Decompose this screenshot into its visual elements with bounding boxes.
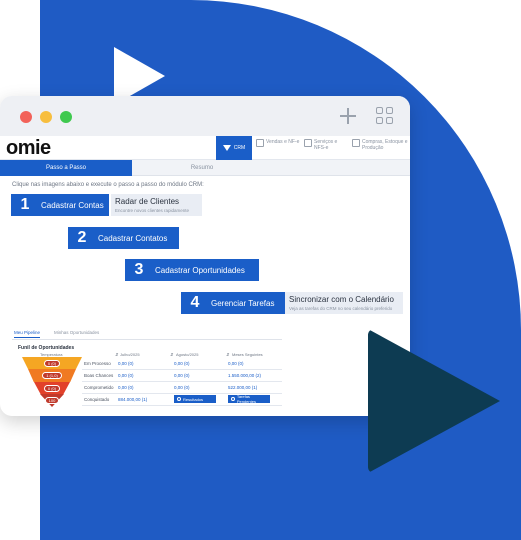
tab-minhas-oportunidades[interactable]: Minhas Oportunidades bbox=[54, 330, 99, 335]
table-row: Em Processo 0,00 (0) 0,00 (0) 0,00 (0) bbox=[82, 358, 282, 370]
funnel-band-4: 100 bbox=[22, 394, 82, 407]
funnel-badge: 0 (0) bbox=[43, 384, 61, 392]
nav-servicos[interactable]: Serviços e NFS-e bbox=[304, 139, 350, 151]
funnel-badge: 1 (1,0) bbox=[42, 372, 62, 379]
value-link[interactable]: 0,00 (0) bbox=[118, 373, 134, 378]
funnel-band-3: 0 (0) bbox=[22, 382, 82, 394]
value-link[interactable]: 0,00 (0) bbox=[174, 373, 190, 378]
value-link[interactable]: 0,00 (0) bbox=[118, 361, 134, 366]
stage-label: Comprometido bbox=[84, 385, 114, 390]
funnel-title: Funil de Oportunidades bbox=[18, 345, 75, 351]
funnel-graphic: 0 (0) 1 (1,0) 0 (0) 100 bbox=[22, 357, 82, 407]
value-link[interactable]: 0,00 (0) bbox=[228, 361, 244, 366]
table-row: Comprometido 0,00 (0) 0,00 (0) 522.000,0… bbox=[82, 382, 282, 394]
value-link[interactable]: 0,00 (0) bbox=[118, 385, 134, 390]
play-icon-dark bbox=[368, 329, 500, 473]
app-header: omie CRM Vendas e NF-e Serviços e NFS-e … bbox=[0, 136, 410, 160]
step-label: Gerenciar Tarefas bbox=[211, 298, 275, 308]
table-row: Boas Chances 0,00 (0) 0,00 (0) 1.550.000… bbox=[82, 370, 282, 382]
tarefas-pendentes-button[interactable]: Tarefas Pendentes bbox=[228, 394, 270, 404]
box-icon bbox=[352, 139, 360, 147]
callout-subtitle: Veja as tarefas do CRM no seu calendário… bbox=[289, 306, 393, 311]
tab-resumo[interactable]: Resumo bbox=[132, 160, 272, 176]
sincronizar-calendario-callout[interactable]: Sincronizar com o Calendário Veja as tar… bbox=[285, 292, 403, 314]
tab-meu-pipeline[interactable]: Meu Pipeline bbox=[14, 330, 41, 338]
nav-servicos-label: Serviços e NFS-e bbox=[314, 139, 338, 151]
window-maximize-dot[interactable] bbox=[60, 111, 72, 123]
value-link[interactable]: 1.550.000,00 (2) bbox=[228, 373, 261, 378]
step-number: 1 bbox=[20, 196, 30, 213]
callout-title: Sincronizar com o Calendário bbox=[289, 295, 394, 304]
chart-icon bbox=[256, 139, 264, 147]
header-agosto: Agosto/2025 bbox=[176, 352, 199, 357]
stage-label: Boas Chances bbox=[84, 373, 114, 378]
step-gerenciar-tarefas-button[interactable]: 4 Gerenciar Tarefas bbox=[181, 292, 285, 314]
document-icon bbox=[304, 139, 312, 147]
step-label: Cadastrar Contatos bbox=[98, 233, 168, 243]
step-label: Cadastrar Oportunidades bbox=[155, 265, 245, 275]
main-tabs: Passo a Passo Resumo bbox=[0, 160, 410, 176]
instruction-text: Clique nas imagens abaixo e execute o pa… bbox=[12, 182, 204, 188]
calendar-icon bbox=[231, 397, 235, 401]
tarefas-pendentes-label: Tarefas Pendentes bbox=[236, 394, 256, 404]
value-link[interactable]: 884.000,00 (1) bbox=[118, 397, 147, 402]
step-cadastrar-contatos-button[interactable]: 2 Cadastrar Contatos bbox=[68, 227, 179, 249]
nav-vendas-label: Vendas e NF-e bbox=[266, 139, 300, 145]
value-link[interactable]: 0,00 (0) bbox=[174, 361, 190, 366]
step-cadastrar-oportunidades-button[interactable]: 3 Cadastrar Oportunidades bbox=[125, 259, 259, 281]
sort-icon[interactable]: ⇵ bbox=[115, 352, 118, 357]
refresh-icon bbox=[177, 397, 181, 401]
resultados-button[interactable]: Resultados bbox=[174, 395, 216, 403]
promo-stage: omie CRM Vendas e NF-e Serviços e NFS-e … bbox=[0, 0, 521, 540]
plus-icon[interactable] bbox=[340, 108, 356, 124]
sort-icon[interactable]: ⇵ bbox=[226, 352, 229, 357]
callout-title: Radar de Clientes bbox=[115, 197, 180, 206]
funnel-badge: 0 (0) bbox=[43, 359, 61, 367]
radar-clientes-callout[interactable]: Radar de Clientes Encontre novos cliente… bbox=[111, 194, 202, 216]
nav-crm[interactable]: CRM bbox=[216, 136, 252, 160]
nav-compras[interactable]: Compras, Estoque e Produção bbox=[352, 139, 410, 151]
step-label: Cadastrar Contas bbox=[41, 200, 104, 210]
header-julho: Julho/2025 bbox=[120, 352, 140, 357]
omie-logo: omie bbox=[6, 137, 51, 159]
pipeline-subtabs: Meu Pipeline Minhas Oportunidades bbox=[12, 328, 282, 340]
sort-icon[interactable]: ⇵ bbox=[170, 352, 173, 357]
funnel-badge: 100 bbox=[44, 397, 60, 404]
nav-compras-label: Compras, Estoque e Produção bbox=[362, 139, 408, 151]
stage-label: Em Processo bbox=[84, 361, 111, 366]
funnel-band-1: 0 (0) bbox=[22, 357, 82, 369]
window-titlebar bbox=[0, 96, 410, 136]
app-window: omie CRM Vendas e NF-e Serviços e NFS-e … bbox=[0, 96, 410, 416]
value-link[interactable]: 522.000,00 (1) bbox=[228, 385, 257, 390]
value-link[interactable]: 0,00 (0) bbox=[174, 385, 190, 390]
funnel-band-2: 1 (1,0) bbox=[22, 369, 82, 382]
filter-icon bbox=[222, 145, 231, 151]
window-close-dot[interactable] bbox=[20, 111, 32, 123]
nav-vendas[interactable]: Vendas e NF-e bbox=[256, 139, 302, 147]
stage-label: Conquistado bbox=[84, 397, 110, 402]
step-number: 3 bbox=[134, 261, 144, 278]
window-minimize-dot[interactable] bbox=[40, 111, 52, 123]
nav-crm-label: CRM bbox=[233, 145, 246, 151]
step-number: 4 bbox=[190, 294, 200, 311]
step-cadastrar-contas-button[interactable]: 1 Cadastrar Contas bbox=[11, 194, 109, 216]
tab-passo-a-passo[interactable]: Passo a Passo bbox=[0, 160, 132, 176]
header-meses-seguintes: Meses Seguintes bbox=[232, 352, 263, 357]
callout-subtitle: Encontre novos clientes rapidamente bbox=[115, 208, 190, 213]
step-number: 2 bbox=[77, 229, 87, 246]
table-row: Conquistado 884.000,00 (1) Resultados Ta… bbox=[82, 394, 282, 406]
resultados-label: Resultados bbox=[183, 396, 204, 402]
grid-icon[interactable] bbox=[376, 107, 393, 124]
